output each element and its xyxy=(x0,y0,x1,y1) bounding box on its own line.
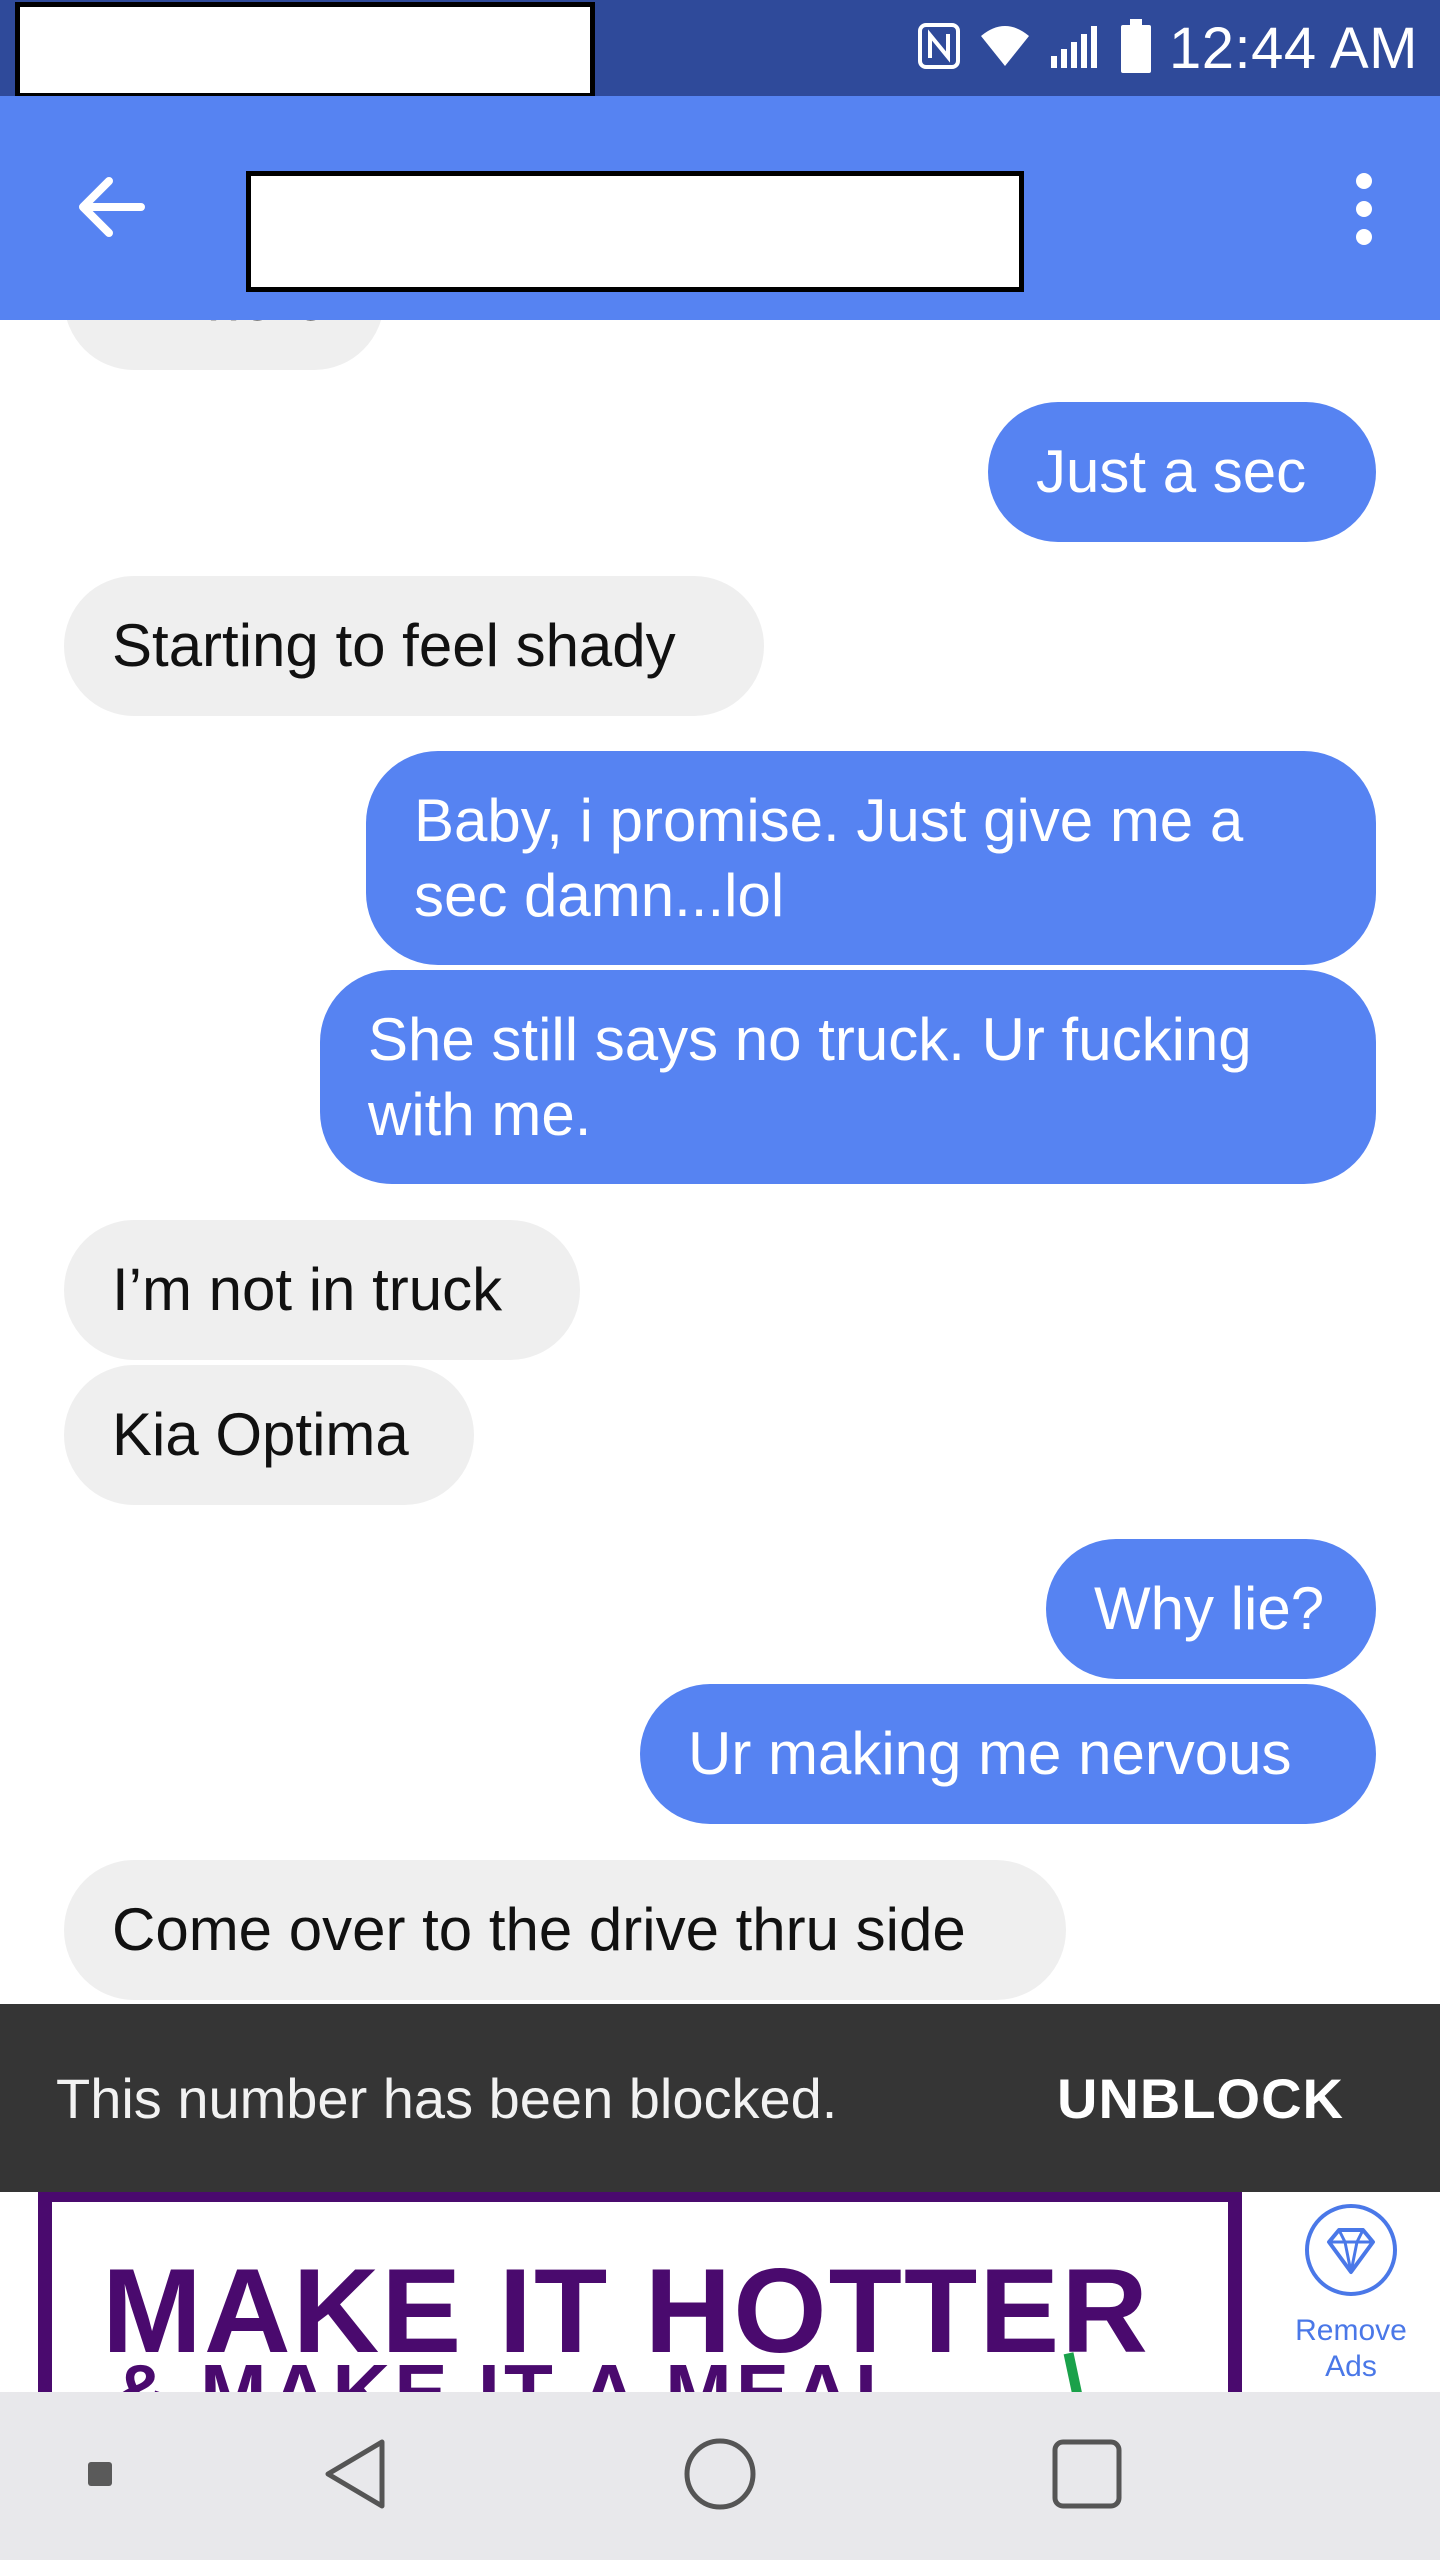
battery-icon xyxy=(1120,18,1151,78)
back-triangle-icon xyxy=(320,2436,390,2517)
overview-square-icon xyxy=(1051,2438,1123,2515)
remove-ads-button[interactable]: Remove Ads xyxy=(1262,2192,1440,2392)
status-bar: 12:44 AM xyxy=(0,0,1440,98)
ad-subline: & MAKE IT A MEAL xyxy=(112,2347,908,2392)
app-bar xyxy=(0,96,1440,320)
unblock-button[interactable]: UNBLOCK xyxy=(1057,2004,1344,2192)
message-bubble-sent[interactable]: Why lie? xyxy=(1046,1539,1376,1679)
message-bubble-received[interactable]: Come over to the drive thru side xyxy=(64,1860,1066,2000)
back-button[interactable] xyxy=(56,154,166,264)
recent-dot-icon xyxy=(87,2461,113,2492)
conversation-list[interactable]: I'm here Just a sec Starting to feel sha… xyxy=(0,320,1440,2004)
message-bubble-received[interactable]: Kia Optima xyxy=(64,1365,474,1505)
more-options-button[interactable] xyxy=(1324,154,1404,264)
ad-banner[interactable]: MAKE IT HOTTER & MAKE IT A MEAL xyxy=(38,2192,1242,2392)
message-bubble-sent[interactable]: Just a sec xyxy=(988,402,1376,542)
overview-nav-button[interactable] xyxy=(1032,2392,1142,2560)
message-bubble-received[interactable]: Starting to feel shady xyxy=(64,576,764,716)
more-vert-dot xyxy=(1356,229,1372,245)
status-icons: 12:44 AM xyxy=(917,0,1418,96)
more-vert-icon xyxy=(1356,173,1372,189)
navigation-bar xyxy=(0,2392,1440,2560)
back-nav-button[interactable] xyxy=(300,2392,410,2560)
contact-name xyxy=(251,176,1019,287)
home-nav-button[interactable] xyxy=(665,2392,775,2560)
message-bubble-sent[interactable]: Baby, i promise. Just give me a sec damn… xyxy=(366,751,1376,965)
message-bubble-sent[interactable]: Ur making me nervous xyxy=(640,1684,1376,1824)
nfc-icon xyxy=(917,22,961,75)
arrow-back-icon xyxy=(75,175,147,244)
message-bubble-received[interactable]: I'm here xyxy=(64,320,384,370)
contact-name-redaction xyxy=(246,171,1024,292)
message-bubble-received[interactable]: I’m not in truck xyxy=(64,1220,580,1360)
message-bubble-sent[interactable]: She still says no truck. Ur fucking with… xyxy=(320,970,1376,1184)
blocked-message: This number has been blocked. xyxy=(56,2066,838,2130)
messaging-screen: 12:44 AM I'm here Just a sec Starting to… xyxy=(0,0,1440,2560)
signal-icon xyxy=(1049,22,1103,75)
more-vert-dot xyxy=(1356,201,1372,217)
recent-dot-button[interactable] xyxy=(60,2392,140,2560)
diamond-icon xyxy=(1301,2192,1401,2305)
redaction-box xyxy=(15,2,595,98)
status-time: 12:44 AM xyxy=(1168,15,1418,81)
remove-ads-label: Remove Ads xyxy=(1295,2314,1407,2383)
ad-area: MAKE IT HOTTER & MAKE IT A MEAL Remove A… xyxy=(0,2192,1440,2392)
blocked-notice-bar: This number has been blocked. UNBLOCK xyxy=(0,2004,1440,2192)
wifi-icon xyxy=(979,24,1031,73)
home-circle-icon xyxy=(682,2436,758,2517)
